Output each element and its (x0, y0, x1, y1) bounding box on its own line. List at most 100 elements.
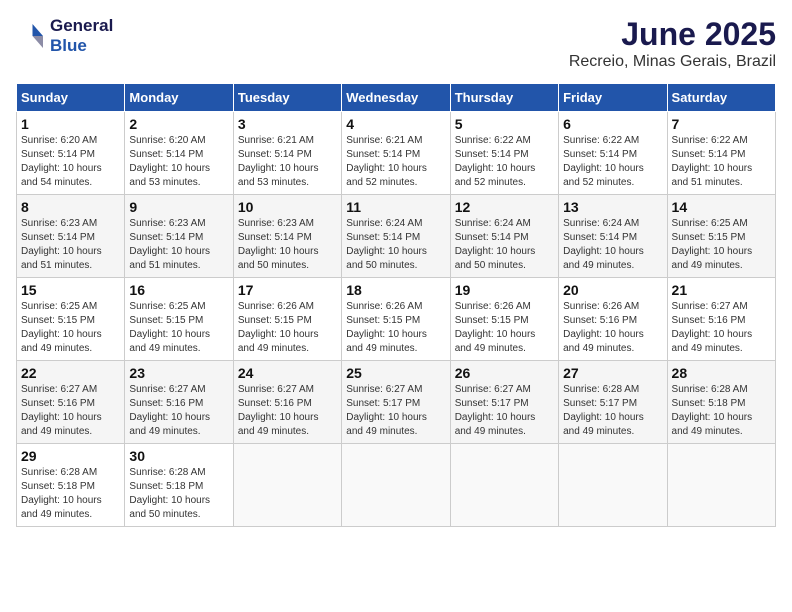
day-info: Sunrise: 6:22 AM Sunset: 5:14 PM Dayligh… (672, 134, 771, 190)
calendar-cell: 9 Sunrise: 6:23 AM Sunset: 5:14 PM Daylig… (125, 195, 233, 278)
day-number: 21 (672, 282, 771, 298)
calendar-week-row: 8Sunrise: 6:23 AM Sunset: 5:14 PM Daylig… (17, 195, 776, 278)
day-info: Sunrise: 6:27 AM Sunset: 5:17 PM Dayligh… (455, 383, 554, 439)
calendar-week-row: 22 Sunrise: 6:27 AM Sunset: 5:16 PM Dayli… (17, 361, 776, 444)
day-number: 2 (129, 116, 228, 132)
calendar-cell: 20 Sunrise: 6:26 AM Sunset: 5:16 PM Dayli… (559, 278, 667, 361)
day-info: Sunrise: 6:26 AM Sunset: 5:15 PM Dayligh… (455, 300, 554, 356)
weekday-header: Monday (125, 84, 233, 112)
day-number: 7 (672, 116, 771, 132)
day-number: 6 (563, 116, 662, 132)
month-title: June 2025 (569, 16, 776, 53)
calendar-cell: 23Sunrise: 6:27 AM Sunset: 5:16 PM Dayli… (125, 361, 233, 444)
day-info: Sunrise: 6:27 AM Sunset: 5:16 PM Dayligh… (129, 383, 228, 439)
calendar-cell: 18 Sunrise: 6:26 AM Sunset: 5:15 PM Dayli… (342, 278, 450, 361)
calendar-cell: 6 Sunrise: 6:22 AM Sunset: 5:14 PM Daylig… (559, 112, 667, 195)
day-number: 27 (563, 365, 662, 381)
calendar-cell: 3 Sunrise: 6:21 AM Sunset: 5:14 PM Daylig… (233, 112, 341, 195)
calendar-header-row: SundayMondayTuesdayWednesdayThursdayFrid… (17, 84, 776, 112)
logo: General Blue (16, 16, 113, 56)
calendar-cell (667, 444, 775, 527)
day-number: 30 (129, 448, 228, 464)
day-info: Sunrise: 6:23 AM Sunset: 5:14 PM Dayligh… (238, 217, 337, 273)
calendar-cell: 30 Sunrise: 6:28 AM Sunset: 5:18 PM Dayli… (125, 444, 233, 527)
day-info: Sunrise: 6:28 AM Sunset: 5:18 PM Dayligh… (129, 466, 228, 522)
day-number: 15 (21, 282, 120, 298)
day-number: 29 (21, 448, 120, 464)
day-number: 11 (346, 199, 445, 215)
calendar-cell: 14 Sunrise: 6:25 AM Sunset: 5:15 PM Dayli… (667, 195, 775, 278)
calendar-cell: 21Sunrise: 6:27 AM Sunset: 5:16 PM Dayli… (667, 278, 775, 361)
day-number: 19 (455, 282, 554, 298)
day-info: Sunrise: 6:25 AM Sunset: 5:15 PM Dayligh… (129, 300, 228, 356)
calendar-cell: 13 Sunrise: 6:24 AM Sunset: 5:14 PM Dayli… (559, 195, 667, 278)
calendar-cell: 5Sunrise: 6:22 AM Sunset: 5:14 PM Daylig… (450, 112, 558, 195)
calendar-cell (342, 444, 450, 527)
day-number: 14 (672, 199, 771, 215)
calendar-cell: 2Sunrise: 6:20 AM Sunset: 5:14 PM Daylig… (125, 112, 233, 195)
calendar-week-row: 1 Sunrise: 6:20 AM Sunset: 5:14 PM Daylig… (17, 112, 776, 195)
weekday-header: Sunday (17, 84, 125, 112)
day-number: 17 (238, 282, 337, 298)
day-info: Sunrise: 6:27 AM Sunset: 5:16 PM Dayligh… (238, 383, 337, 439)
header: General Blue June 2025 Recreio, Minas Ge… (16, 16, 776, 71)
day-number: 13 (563, 199, 662, 215)
day-number: 16 (129, 282, 228, 298)
day-info: Sunrise: 6:26 AM Sunset: 5:16 PM Dayligh… (563, 300, 662, 356)
day-number: 22 (21, 365, 120, 381)
calendar-cell: 7 Sunrise: 6:22 AM Sunset: 5:14 PM Daylig… (667, 112, 775, 195)
title-area: June 2025 Recreio, Minas Gerais, Brazil (569, 16, 776, 71)
day-info: Sunrise: 6:21 AM Sunset: 5:14 PM Dayligh… (346, 134, 445, 190)
calendar-cell: 15 Sunrise: 6:25 AM Sunset: 5:15 PM Dayli… (17, 278, 125, 361)
calendar-cell: 12 Sunrise: 6:24 AM Sunset: 5:14 PM Dayli… (450, 195, 558, 278)
day-number: 20 (563, 282, 662, 298)
location-title: Recreio, Minas Gerais, Brazil (569, 53, 776, 71)
calendar-cell: 24 Sunrise: 6:27 AM Sunset: 5:16 PM Dayli… (233, 361, 341, 444)
day-info: Sunrise: 6:25 AM Sunset: 5:15 PM Dayligh… (672, 217, 771, 273)
logo-line1: General (50, 16, 113, 36)
day-info: Sunrise: 6:22 AM Sunset: 5:14 PM Dayligh… (563, 134, 662, 190)
calendar-cell: 25 Sunrise: 6:27 AM Sunset: 5:17 PM Dayli… (342, 361, 450, 444)
weekday-header: Wednesday (342, 84, 450, 112)
weekday-header: Thursday (450, 84, 558, 112)
day-number: 12 (455, 199, 554, 215)
day-info: Sunrise: 6:24 AM Sunset: 5:14 PM Dayligh… (455, 217, 554, 273)
calendar-cell: 17Sunrise: 6:26 AM Sunset: 5:15 PM Dayli… (233, 278, 341, 361)
calendar-cell (450, 444, 558, 527)
calendar-cell (233, 444, 341, 527)
day-number: 25 (346, 365, 445, 381)
day-number: 3 (238, 116, 337, 132)
day-info: Sunrise: 6:24 AM Sunset: 5:14 PM Dayligh… (563, 217, 662, 273)
calendar-cell: 22Sunrise: 6:27 AM Sunset: 5:16 PM Dayli… (17, 361, 125, 444)
day-info: Sunrise: 6:21 AM Sunset: 5:14 PM Dayligh… (238, 134, 337, 190)
day-number: 28 (672, 365, 771, 381)
calendar-cell: 26 Sunrise: 6:27 AM Sunset: 5:17 PM Dayli… (450, 361, 558, 444)
day-number: 26 (455, 365, 554, 381)
day-number: 24 (238, 365, 337, 381)
calendar-cell: 10 Sunrise: 6:23 AM Sunset: 5:14 PM Dayli… (233, 195, 341, 278)
day-info: Sunrise: 6:26 AM Sunset: 5:15 PM Dayligh… (346, 300, 445, 356)
day-info: Sunrise: 6:27 AM Sunset: 5:17 PM Dayligh… (346, 383, 445, 439)
day-info: Sunrise: 6:23 AM Sunset: 5:14 PM Dayligh… (129, 217, 228, 273)
calendar-week-row: 29 Sunrise: 6:28 AM Sunset: 5:18 PM Dayli… (17, 444, 776, 527)
day-info: Sunrise: 6:28 AM Sunset: 5:17 PM Dayligh… (563, 383, 662, 439)
calendar-week-row: 15 Sunrise: 6:25 AM Sunset: 5:15 PM Dayli… (17, 278, 776, 361)
day-info: Sunrise: 6:24 AM Sunset: 5:14 PM Dayligh… (346, 217, 445, 273)
calendar-cell: 28Sunrise: 6:28 AM Sunset: 5:18 PM Dayli… (667, 361, 775, 444)
weekday-header: Friday (559, 84, 667, 112)
calendar-cell: 11 Sunrise: 6:24 AM Sunset: 5:14 PM Dayli… (342, 195, 450, 278)
weekday-header: Tuesday (233, 84, 341, 112)
day-number: 1 (21, 116, 120, 132)
calendar-body: 1 Sunrise: 6:20 AM Sunset: 5:14 PM Daylig… (17, 112, 776, 527)
day-number: 10 (238, 199, 337, 215)
day-number: 4 (346, 116, 445, 132)
calendar-cell: 29 Sunrise: 6:28 AM Sunset: 5:18 PM Dayli… (17, 444, 125, 527)
day-info: Sunrise: 6:28 AM Sunset: 5:18 PM Dayligh… (21, 466, 120, 522)
day-info: Sunrise: 6:20 AM Sunset: 5:14 PM Dayligh… (21, 134, 120, 190)
calendar-cell (559, 444, 667, 527)
day-number: 5 (455, 116, 554, 132)
day-number: 9 (129, 199, 228, 215)
day-info: Sunrise: 6:25 AM Sunset: 5:15 PM Dayligh… (21, 300, 120, 356)
day-number: 18 (346, 282, 445, 298)
logo-line2: Blue (50, 36, 113, 56)
